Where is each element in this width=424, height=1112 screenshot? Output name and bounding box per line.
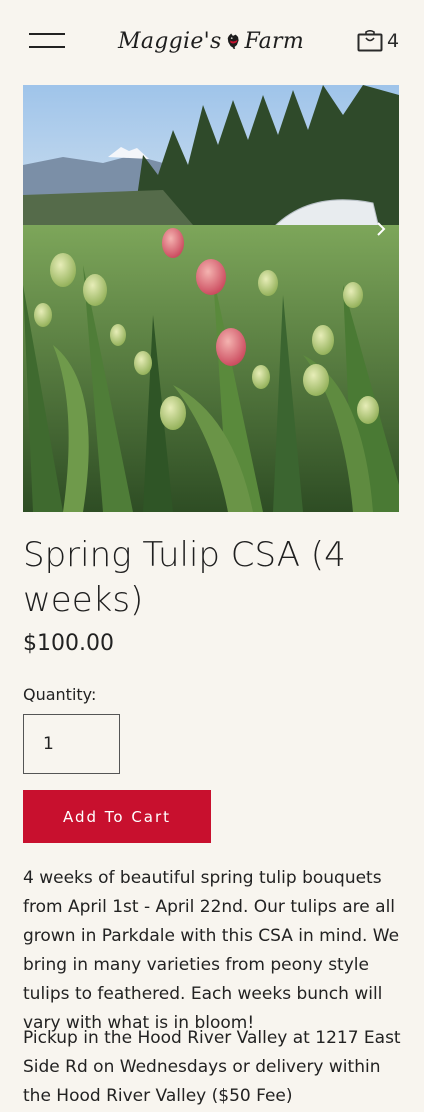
logo-text-left: Maggie's — [118, 28, 222, 54]
logo-text-right: Farm — [244, 28, 304, 54]
logo-dog-icon — [227, 33, 239, 50]
cart-count: 4 — [387, 30, 400, 52]
pickup-details: Pickup in the Hood River Valley at 1217 … — [23, 1028, 401, 1106]
menu-icon[interactable] — [29, 32, 65, 50]
product-title: Spring Tulip CSA (4 weeks) — [23, 535, 346, 620]
menu-line — [29, 33, 65, 35]
cart-icon — [357, 30, 383, 52]
chevron-right-icon[interactable] — [371, 219, 391, 239]
site-logo[interactable]: Maggie's Farm — [118, 22, 304, 60]
add-to-cart-button[interactable]: Add To Cart — [23, 790, 211, 843]
product-price: $100.00 — [23, 631, 114, 656]
product-image-gallery[interactable] — [23, 85, 399, 512]
product-photo-tulip-field — [23, 85, 399, 512]
product-description: 4 weeks of beautiful spring tulip bouque… — [23, 868, 400, 1033]
quantity-label: Quantity: — [23, 685, 97, 704]
menu-line — [29, 46, 65, 48]
cart-button[interactable]: 4 — [357, 29, 399, 53]
quantity-input[interactable] — [23, 714, 120, 774]
site-header: Maggie's Farm 4 — [0, 0, 424, 84]
